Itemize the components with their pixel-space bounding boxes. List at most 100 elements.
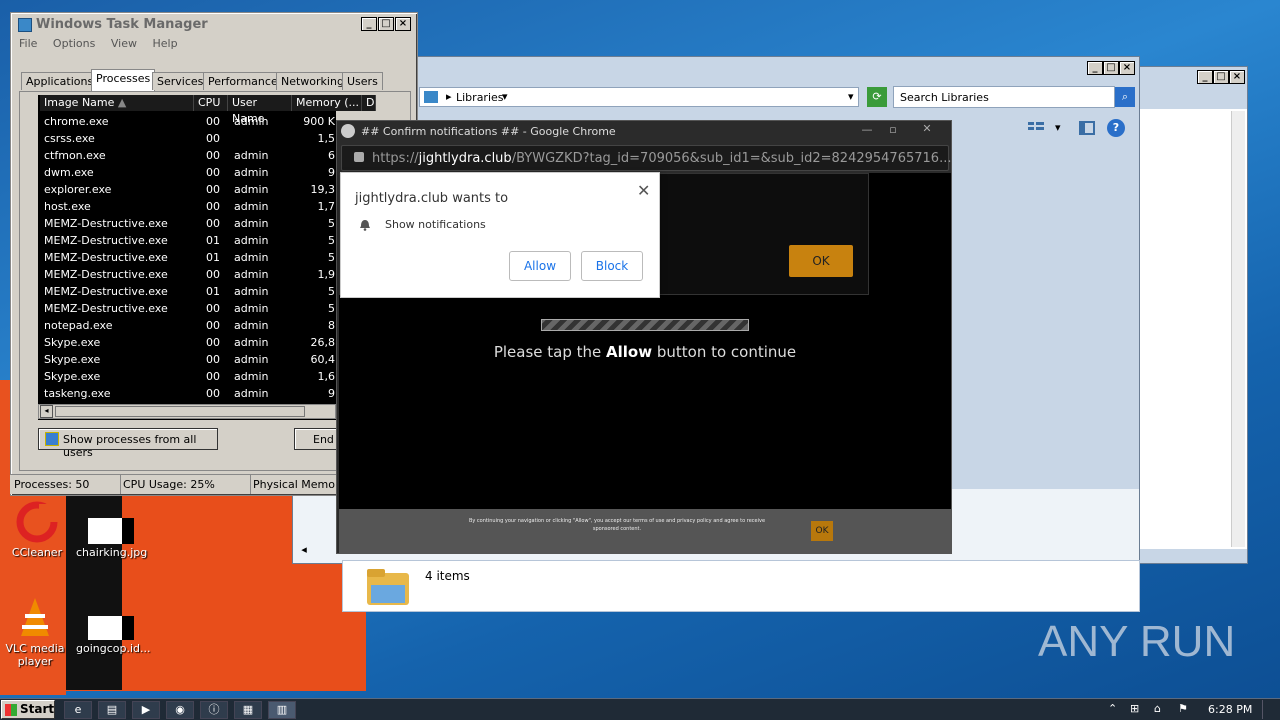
network-icon[interactable]: ⊞ bbox=[1130, 702, 1139, 715]
cell-user: admin bbox=[234, 387, 269, 400]
tab-users[interactable]: Users bbox=[342, 72, 383, 90]
table-row[interactable]: dwm.exe 00 admin 9 bbox=[40, 164, 335, 181]
ie-icon[interactable]: e bbox=[64, 701, 92, 719]
preview-pane-icon[interactable] bbox=[1079, 121, 1095, 135]
table-row[interactable]: Skype.exe 00 admin 26,8 bbox=[40, 334, 335, 351]
table-row[interactable]: Skype.exe 00 admin 1,6 bbox=[40, 368, 335, 385]
chevron-down-icon[interactable]: ▾ bbox=[1055, 121, 1061, 134]
breadcrumb-libraries[interactable]: Libraries bbox=[456, 91, 504, 104]
allow-button[interactable]: Allow bbox=[509, 251, 571, 281]
vlc-desktop-icon[interactable]: VLC media player bbox=[0, 596, 70, 668]
table-row[interactable]: host.exe 00 admin 1,7 bbox=[40, 198, 335, 215]
close-button[interactable]: × bbox=[1119, 61, 1135, 75]
show-desktop-button[interactable] bbox=[1262, 700, 1276, 719]
help-icon[interactable]: ? bbox=[1107, 119, 1125, 137]
table-row[interactable]: ctfmon.exe 00 admin 6 bbox=[40, 147, 335, 164]
chevron-up-icon[interactable]: ⌃ bbox=[1108, 702, 1117, 715]
maximize-button[interactable]: □ bbox=[1213, 70, 1229, 84]
fake-ok-button[interactable]: OK bbox=[789, 245, 853, 277]
tab-networking[interactable]: Networking bbox=[276, 72, 349, 90]
media-player-icon[interactable]: ▶ bbox=[132, 701, 160, 719]
menu-options[interactable]: Options bbox=[53, 37, 95, 50]
scroll-thumb[interactable] bbox=[55, 406, 305, 417]
minimize-button[interactable]: _ bbox=[1197, 70, 1213, 84]
desktop-icon-label: VLC media player bbox=[5, 642, 65, 668]
table-row[interactable]: MEMZ-Destructive.exe 00 admin 5 bbox=[40, 300, 335, 317]
cell-user: admin bbox=[234, 285, 269, 298]
address-bar[interactable]: ▸ Libraries ▾ ▾ bbox=[419, 87, 859, 107]
chevron-down-icon[interactable]: ▾ bbox=[848, 90, 854, 103]
maximize-button[interactable]: □ bbox=[378, 17, 394, 31]
table-row[interactable]: MEMZ-Destructive.exe 01 admin 5 bbox=[40, 232, 335, 249]
menu-help[interactable]: Help bbox=[152, 37, 177, 50]
table-row[interactable]: MEMZ-Destructive.exe 00 admin 5 bbox=[40, 215, 335, 232]
col-user-name[interactable]: User Name bbox=[228, 95, 292, 125]
ccleaner-desktop-icon[interactable]: CCleaner bbox=[2, 500, 72, 559]
show-all-processes-button[interactable]: Show processes from all users bbox=[38, 428, 218, 459]
footer-ok-button[interactable]: OK bbox=[811, 521, 833, 541]
table-row[interactable]: csrss.exe 00 1,5 bbox=[40, 130, 335, 147]
refresh-icon[interactable]: ⟳ bbox=[867, 87, 887, 107]
col-image-name[interactable]: Image Name ▲ bbox=[40, 95, 194, 111]
table-row[interactable]: MEMZ-Destructive.exe 01 admin 5 bbox=[40, 249, 335, 266]
notepad-icon[interactable]: ▦ bbox=[234, 701, 262, 719]
end-process-button[interactable]: End bbox=[294, 428, 338, 450]
table-row[interactable]: Skype.exe 00 admin 60,4 bbox=[40, 351, 335, 368]
app-icon[interactable]: ⓘ bbox=[200, 701, 228, 719]
cell-name: host.exe bbox=[44, 200, 91, 213]
table-row[interactable]: taskeng.exe 00 admin 9 bbox=[40, 385, 335, 402]
cell-cpu: 01 bbox=[206, 285, 220, 298]
background-window[interactable]: _ □ × bbox=[1138, 66, 1248, 564]
chevron-down-icon[interactable]: ▾ bbox=[502, 90, 508, 103]
wifi-icon[interactable]: ⌂ bbox=[1154, 702, 1161, 715]
col-cpu[interactable]: CPU bbox=[194, 95, 228, 111]
cell-mem: 5 bbox=[328, 251, 335, 264]
maximize-button[interactable]: ▫ bbox=[883, 123, 903, 137]
vertical-scrollbar[interactable] bbox=[1231, 111, 1245, 547]
table-row[interactable]: MEMZ-Destructive.exe 00 admin 1,9 bbox=[40, 266, 335, 283]
close-button[interactable]: ✕ bbox=[913, 122, 941, 138]
chrome-icon[interactable]: ◉ bbox=[166, 701, 194, 719]
start-button[interactable]: Start bbox=[1, 700, 55, 719]
desktop-icon-label: chairking.jpg bbox=[76, 546, 148, 559]
scroll-left-icon[interactable]: ◂ bbox=[295, 543, 313, 559]
cell-mem: 1,5 bbox=[317, 132, 336, 145]
chairking-desktop-icon[interactable]: chairking.jpg bbox=[76, 518, 148, 559]
col-memory[interactable]: Memory (... bbox=[292, 95, 362, 111]
scroll-left-icon[interactable]: ◂ bbox=[40, 405, 53, 418]
block-button[interactable]: Block bbox=[581, 251, 643, 281]
cell-name: MEMZ-Destructive.exe bbox=[44, 217, 168, 230]
search-icon[interactable]: ⌕ bbox=[1115, 87, 1135, 107]
tab-services[interactable]: Services bbox=[152, 72, 209, 90]
table-row[interactable]: chrome.exe 00 admin 900 K bbox=[40, 113, 335, 130]
url-bar[interactable]: https://jightlydra.club/BYWGZKD?tag_id=7… bbox=[341, 145, 951, 171]
task-manager-icon[interactable]: ▥ bbox=[268, 701, 296, 719]
col-description[interactable]: D bbox=[362, 95, 376, 111]
minimize-button[interactable]: — bbox=[857, 123, 877, 137]
table-row[interactable]: MEMZ-Destructive.exe 01 admin 5 bbox=[40, 283, 335, 300]
close-icon[interactable]: ✕ bbox=[637, 181, 650, 200]
minimize-button[interactable]: _ bbox=[1087, 61, 1103, 75]
clock[interactable]: 6:28 PM bbox=[1208, 703, 1252, 716]
tab-processes[interactable]: Processes bbox=[91, 69, 156, 91]
tab-applications[interactable]: Applications bbox=[21, 72, 99, 90]
horizontal-scrollbar[interactable]: ◂ bbox=[38, 404, 336, 419]
address-chevron-icon[interactable]: ▸ bbox=[446, 90, 452, 103]
menu-file[interactable]: File bbox=[19, 37, 37, 50]
table-row[interactable]: explorer.exe 00 admin 19,3 bbox=[40, 181, 335, 198]
maximize-button[interactable]: □ bbox=[1103, 61, 1119, 75]
goingcop-desktop-icon[interactable]: goingcop.id... bbox=[76, 616, 151, 655]
search-input[interactable]: Search Libraries bbox=[893, 86, 1115, 108]
explorer-icon[interactable]: ▤ bbox=[98, 701, 126, 719]
flag-icon[interactable]: ⚑ bbox=[1178, 702, 1188, 715]
tab-performance[interactable]: Performance bbox=[203, 72, 283, 90]
windows-logo-icon bbox=[5, 704, 17, 716]
title-bar[interactable]: Windows Task Manager bbox=[14, 15, 414, 35]
minimize-button[interactable]: _ bbox=[361, 17, 377, 31]
menu-view[interactable]: View bbox=[111, 37, 137, 50]
cell-name: MEMZ-Destructive.exe bbox=[44, 268, 168, 281]
table-row[interactable]: notepad.exe 00 admin 8 bbox=[40, 317, 335, 334]
close-button[interactable]: × bbox=[395, 17, 411, 31]
view-options-icon[interactable] bbox=[1027, 121, 1045, 135]
close-button[interactable]: × bbox=[1229, 70, 1245, 84]
